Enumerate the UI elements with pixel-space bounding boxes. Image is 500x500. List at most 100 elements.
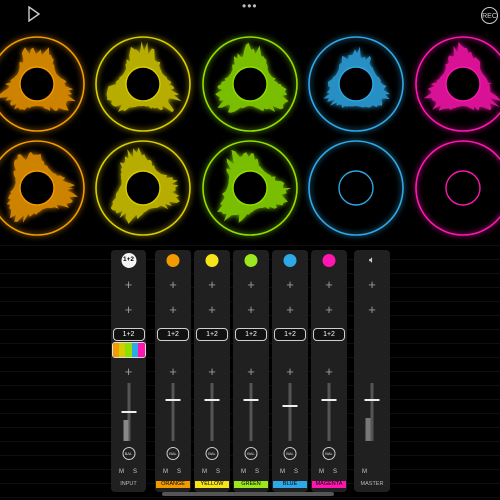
- volume-fader-track[interactable]: [288, 383, 292, 441]
- green-pad-1[interactable]: [202, 36, 298, 132]
- pad-assign-strip[interactable]: [111, 342, 146, 358]
- channel-color-dot[interactable]: [244, 254, 258, 267]
- volume-fader-track[interactable]: [210, 383, 214, 441]
- volume-fader-track[interactable]: [327, 383, 331, 441]
- yellow-pad-1[interactable]: [95, 36, 191, 132]
- solo-button[interactable]: S: [294, 469, 298, 475]
- output-route-button[interactable]: 1+2: [196, 328, 228, 341]
- mute-button[interactable]: M: [163, 469, 168, 475]
- add-effect-button[interactable]: +: [244, 278, 258, 292]
- output-route-button[interactable]: 1+2: [274, 328, 306, 341]
- add-effect-button[interactable]: +: [283, 278, 297, 292]
- add-effect-button[interactable]: +: [365, 303, 379, 317]
- volume-fader-handle[interactable]: [121, 411, 136, 413]
- add-effect-button[interactable]: +: [283, 303, 297, 317]
- add-effect-button[interactable]: +: [283, 365, 297, 379]
- add-effect-button[interactable]: +: [365, 278, 379, 292]
- channel-label: INPUT: [120, 481, 137, 487]
- balance-knob[interactable]: BAL: [244, 447, 258, 460]
- add-effect-button[interactable]: +: [122, 303, 136, 317]
- channel-label: MAGENTA: [312, 481, 346, 488]
- pad-inner-ring: [445, 170, 481, 206]
- add-effect-button[interactable]: +: [322, 365, 336, 379]
- blue-channel: + +1+2 + BAL M S BLUE: [272, 250, 308, 492]
- master-fader-track[interactable]: [370, 383, 374, 441]
- volume-fader-handle[interactable]: [243, 399, 259, 401]
- master-channel: 🔈︎ + + M MASTER: [354, 250, 390, 492]
- mute-button[interactable]: M: [241, 469, 246, 475]
- channel-color-dot[interactable]: [166, 254, 180, 267]
- strip-color-4: [138, 343, 145, 357]
- volume-fader-handle[interactable]: [321, 399, 337, 401]
- channel-color-dot[interactable]: [322, 254, 336, 267]
- pad-inner-ring: [232, 170, 268, 206]
- pad-inner-ring: [445, 66, 481, 102]
- add-effect-button[interactable]: +: [205, 303, 219, 317]
- solo-button[interactable]: S: [333, 469, 337, 475]
- mute-button[interactable]: M: [280, 469, 285, 475]
- add-effect-button[interactable]: +: [322, 303, 336, 317]
- pad-inner-ring: [125, 170, 161, 206]
- add-effect-button[interactable]: +: [244, 365, 258, 379]
- channel-label: YELLOW: [195, 481, 229, 488]
- balance-knob[interactable]: BAL: [283, 447, 297, 460]
- add-effect-button[interactable]: +: [322, 278, 336, 292]
- mute-button[interactable]: M: [319, 469, 324, 475]
- pad-inner-ring: [232, 66, 268, 102]
- magenta-pad-1[interactable]: [415, 36, 500, 132]
- output-route-button[interactable]: 1+2: [313, 328, 345, 341]
- pad-inner-ring: [125, 66, 161, 102]
- blue-pad-1[interactable]: [308, 36, 404, 132]
- horizontal-scrollbar[interactable]: [162, 492, 334, 496]
- volume-fader-track[interactable]: [171, 383, 175, 441]
- add-effect-button[interactable]: +: [205, 365, 219, 379]
- green-channel: + +1+2 + BAL M S GREEN: [233, 250, 269, 492]
- volume-fader-handle[interactable]: [204, 399, 220, 401]
- balance-knob[interactable]: BAL: [166, 447, 180, 460]
- volume-fader-track[interactable]: [249, 383, 253, 441]
- balance-knob[interactable]: BAL: [322, 447, 336, 460]
- output-route-button[interactable]: 1+2: [112, 328, 145, 341]
- master-fader-handle[interactable]: [364, 399, 380, 401]
- pad-grid: [0, 36, 500, 236]
- solo-button[interactable]: S: [133, 469, 137, 475]
- add-effect-button[interactable]: +: [205, 278, 219, 292]
- master-level-meter: [365, 418, 371, 441]
- speaker-icon[interactable]: 🔈︎: [369, 255, 375, 266]
- add-effect-button[interactable]: +: [122, 365, 136, 379]
- solo-button[interactable]: S: [216, 469, 220, 475]
- master-mute-button[interactable]: M: [362, 469, 367, 475]
- output-route-button[interactable]: 1+2: [157, 328, 189, 341]
- solo-button[interactable]: S: [255, 469, 259, 475]
- add-effect-button[interactable]: +: [166, 278, 180, 292]
- pad-inner-ring: [338, 170, 374, 206]
- app-stage: ••• REC 1+2 + + 1+2 + BAL M S INPUT + +1+…: [0, 0, 500, 500]
- balance-knob[interactable]: BAL: [122, 447, 135, 460]
- add-effect-button[interactable]: +: [244, 303, 258, 317]
- yellow-pad-2[interactable]: [95, 140, 191, 236]
- add-effect-button[interactable]: +: [166, 303, 180, 317]
- add-effect-button[interactable]: +: [122, 278, 136, 292]
- pad-inner-ring: [338, 66, 374, 102]
- add-effect-button[interactable]: +: [166, 365, 180, 379]
- mute-button[interactable]: M: [202, 469, 207, 475]
- master-label: MASTER: [360, 481, 384, 487]
- balance-knob[interactable]: BAL: [205, 447, 219, 460]
- green-pad-2[interactable]: [202, 140, 298, 236]
- channel-label: GREEN: [234, 481, 268, 488]
- magenta-pad-2[interactable]: [415, 140, 500, 236]
- input-source-button[interactable]: 1+2: [121, 253, 136, 268]
- output-route-button[interactable]: 1+2: [235, 328, 267, 341]
- orange-pad-2[interactable]: [0, 140, 85, 236]
- channel-color-dot[interactable]: [205, 254, 219, 267]
- blue-pad-2[interactable]: [308, 140, 404, 236]
- input-channel: 1+2 + + 1+2 + BAL M S INPUT: [111, 250, 146, 492]
- channel-label: ORANGE: [156, 481, 190, 488]
- orange-pad-1[interactable]: [0, 36, 85, 132]
- channel-label: BLUE: [273, 481, 307, 488]
- volume-fader-handle[interactable]: [282, 405, 298, 407]
- solo-button[interactable]: S: [177, 469, 181, 475]
- volume-fader-handle[interactable]: [165, 399, 181, 401]
- channel-color-dot[interactable]: [283, 254, 297, 267]
- mute-button[interactable]: M: [119, 469, 124, 475]
